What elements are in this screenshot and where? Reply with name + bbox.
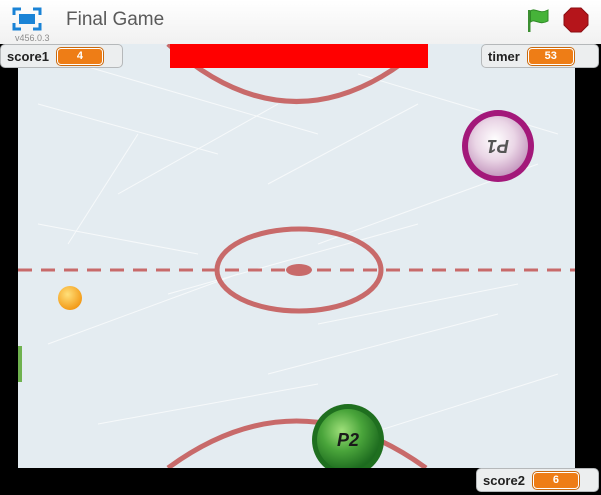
stop-sign-icon xyxy=(563,7,589,33)
timer-label: timer xyxy=(488,48,520,64)
game-stage[interactable]: P1 P2 score1 4 timer 53 score2 6 xyxy=(0,44,601,495)
score2-label: score2 xyxy=(483,472,525,488)
center-dot xyxy=(286,264,312,276)
score1-value: 4 xyxy=(56,47,103,65)
score1-label: score1 xyxy=(7,48,49,64)
rink-markings: P1 P2 xyxy=(18,44,575,492)
timer-monitor[interactable]: timer 53 xyxy=(481,44,599,68)
stop-button[interactable] xyxy=(562,6,590,34)
title-bar: Final Game v456.0.3 xyxy=(0,0,601,45)
score2-monitor[interactable]: score2 6 xyxy=(476,468,599,492)
player1-paddle[interactable]: P1 xyxy=(462,110,534,182)
score2-value: 6 xyxy=(532,471,579,489)
top-goal xyxy=(170,44,428,68)
fullscreen-button[interactable] xyxy=(12,7,42,31)
puck[interactable] xyxy=(58,286,82,310)
player2-label: P2 xyxy=(337,430,359,450)
player1-label: P1 xyxy=(487,136,509,156)
ice-rink: P1 P2 xyxy=(18,44,575,492)
green-flag-button[interactable] xyxy=(524,6,552,34)
timer-value: 53 xyxy=(527,47,574,65)
fullscreen-icon xyxy=(12,7,42,31)
score1-monitor[interactable]: score1 4 xyxy=(0,44,123,68)
offscreen-sprite-edge xyxy=(18,346,22,382)
version-label: v456.0.3 xyxy=(15,33,50,43)
project-title: Final Game xyxy=(66,9,165,30)
player2-paddle[interactable]: P2 xyxy=(312,404,384,476)
green-flag-icon xyxy=(528,9,549,32)
